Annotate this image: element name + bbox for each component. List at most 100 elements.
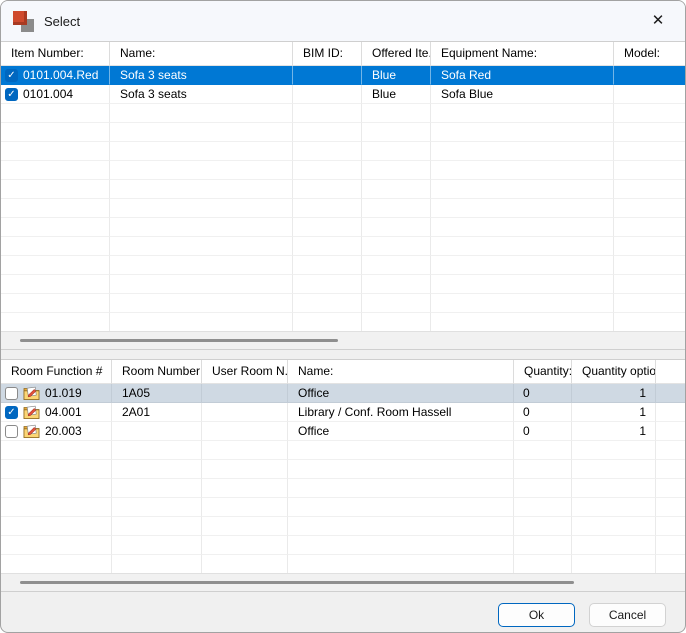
empty-cell	[288, 517, 514, 536]
empty-cell	[202, 479, 288, 498]
close-icon[interactable]: ✕	[635, 1, 681, 39]
table-cell: 1A05	[112, 384, 202, 403]
table-cell: 1	[572, 422, 656, 441]
empty-cell	[572, 441, 656, 460]
empty-cell	[614, 275, 685, 294]
table-cell: 0	[514, 384, 572, 403]
empty-cell	[431, 275, 614, 294]
row-checkbox-checked[interactable]: ✓	[5, 88, 18, 101]
empty-cell	[112, 441, 202, 460]
items-horizontal-scrollbar[interactable]	[1, 331, 685, 349]
empty-cell	[1, 555, 112, 574]
empty-cell	[514, 441, 572, 460]
empty-cell	[293, 294, 362, 313]
row-checkbox-checked[interactable]: ✓	[5, 406, 18, 419]
table-cell: 1	[572, 403, 656, 422]
column-header[interactable]: Offered Ite...	[362, 42, 431, 66]
row-checkbox-unchecked[interactable]	[5, 387, 18, 400]
table-cell: Office	[288, 422, 514, 441]
empty-cell	[1, 294, 110, 313]
empty-cell	[110, 104, 293, 123]
column-header[interactable]: Model:	[614, 42, 685, 66]
rooms-horizontal-scrollbar[interactable]	[1, 573, 685, 591]
table-cell	[112, 422, 202, 441]
column-header[interactable]: Quantity option:	[572, 360, 656, 384]
table-row[interactable]: 01.0191A05Office01	[1, 384, 685, 403]
empty-cell	[110, 256, 293, 275]
empty-cell	[1, 142, 110, 161]
empty-row	[1, 460, 685, 479]
column-header[interactable]: Name:	[288, 360, 514, 384]
column-header[interactable]: User Room N...	[202, 360, 288, 384]
column-header[interactable]: Quantity:	[514, 360, 572, 384]
table-cell: Blue	[362, 85, 431, 104]
column-header[interactable]: Name:	[110, 42, 293, 66]
empty-cell	[112, 536, 202, 555]
empty-cell	[362, 218, 431, 237]
empty-cell	[514, 517, 572, 536]
empty-cell	[431, 142, 614, 161]
empty-cell	[431, 313, 614, 332]
scrollbar-thumb[interactable]	[20, 581, 574, 584]
empty-cell	[293, 142, 362, 161]
empty-cell	[293, 218, 362, 237]
empty-cell	[431, 180, 614, 199]
empty-cell	[431, 199, 614, 218]
empty-cell	[110, 161, 293, 180]
table-row[interactable]: ✓0101.004.RedSofa 3 seatsBlueSofa Red	[1, 66, 685, 85]
empty-cell	[614, 237, 685, 256]
empty-cell	[614, 142, 685, 161]
empty-cell	[431, 123, 614, 142]
empty-cell	[514, 479, 572, 498]
empty-cell	[656, 517, 685, 536]
empty-cell	[431, 294, 614, 313]
empty-cell	[514, 498, 572, 517]
items-table-body: ✓0101.004.RedSofa 3 seatsBlueSofa Red✓01…	[1, 66, 685, 332]
empty-cell	[362, 256, 431, 275]
empty-row	[1, 275, 685, 294]
table-row[interactable]: 20.003 Office01	[1, 422, 685, 441]
empty-cell	[614, 123, 685, 142]
empty-cell	[614, 104, 685, 123]
empty-row	[1, 142, 685, 161]
column-header[interactable]: Room Function #	[1, 360, 112, 384]
empty-cell	[362, 180, 431, 199]
empty-cell	[110, 199, 293, 218]
table-cell: 0	[514, 422, 572, 441]
column-header[interactable]: BIM ID:	[293, 42, 362, 66]
empty-cell	[1, 275, 110, 294]
empty-cell	[572, 479, 656, 498]
table-cell: 2A01	[112, 403, 202, 422]
table-cell: ✓0101.004	[1, 85, 110, 104]
empty-cell	[1, 199, 110, 218]
empty-cell	[362, 275, 431, 294]
cell-text: 20.003	[45, 422, 82, 440]
ok-button[interactable]: Ok	[498, 603, 575, 627]
empty-cell	[288, 498, 514, 517]
table-row[interactable]: ✓04.0012A01Library / Conf. Room Hassell0…	[1, 403, 685, 422]
column-header[interactable]: Equipment Name:	[431, 42, 614, 66]
row-checkbox-checked[interactable]: ✓	[5, 69, 18, 82]
empty-cell	[514, 460, 572, 479]
empty-cell	[112, 479, 202, 498]
table-cell	[202, 422, 288, 441]
empty-cell	[293, 237, 362, 256]
row-checkbox-unchecked[interactable]	[5, 425, 18, 438]
scrollbar-thumb[interactable]	[20, 339, 338, 342]
empty-cell	[656, 441, 685, 460]
table-cell: Sofa Blue	[431, 85, 614, 104]
empty-cell	[112, 460, 202, 479]
window-title: Select	[44, 14, 80, 29]
table-row[interactable]: ✓0101.004Sofa 3 seatsBlueSofa Blue	[1, 85, 685, 104]
empty-cell	[656, 479, 685, 498]
empty-cell	[288, 536, 514, 555]
cancel-button[interactable]: Cancel	[589, 603, 666, 627]
empty-row	[1, 123, 685, 142]
empty-cell	[1, 441, 112, 460]
table-cell: 0	[514, 403, 572, 422]
app-icon-red-square	[13, 11, 27, 25]
column-header[interactable]	[656, 360, 685, 384]
column-header[interactable]: Item Number:	[1, 42, 110, 66]
empty-cell	[293, 161, 362, 180]
column-header[interactable]: Room Number	[112, 360, 202, 384]
